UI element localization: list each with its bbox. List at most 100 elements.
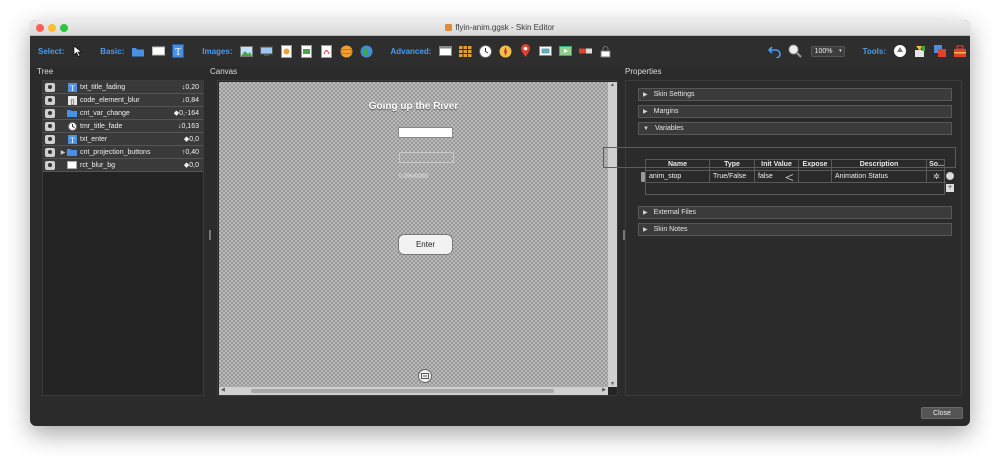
- variables-section[interactable]: ▼ Variables: [638, 122, 952, 135]
- canvas-title: Canvas: [210, 67, 238, 76]
- tool-3-button[interactable]: [933, 44, 947, 58]
- expand-arrow-icon: ▶: [643, 109, 648, 115]
- eye-icon[interactable]: [45, 147, 55, 157]
- svg-tool-button[interactable]: [279, 44, 293, 58]
- window-title-text: flyin-anim.ggsk - Skin Editor: [455, 23, 555, 32]
- variable-description-cell[interactable]: Animation Status: [832, 171, 927, 183]
- title-bar: flyin-anim.ggsk - Skin Editor: [30, 20, 970, 36]
- image-tool-button[interactable]: [239, 44, 253, 58]
- close-window-button[interactable]: [36, 24, 44, 32]
- eye-icon[interactable]: [45, 108, 55, 118]
- collapse-arrow-icon: ▼: [643, 125, 649, 132]
- hotspot-button[interactable]: [498, 44, 512, 58]
- left-splitter-handle[interactable]: [209, 230, 211, 240]
- tree-item[interactable]: ▶ cnt_projection_buttons ↑0,40: [43, 146, 203, 159]
- remove-variable-button[interactable]: [946, 172, 954, 180]
- expand-arrow-icon: ▶: [643, 92, 648, 98]
- title-box-element[interactable]: [398, 127, 453, 138]
- map-tool-button[interactable]: [359, 44, 373, 58]
- skin-settings-section[interactable]: ▶ Skin Settings: [638, 88, 952, 101]
- canvas-area[interactable]: Going up the River 0.0%/0000 Enter: [219, 82, 608, 387]
- tree-panel: T txt_title_fading ↓0,20 {} code_element…: [42, 80, 204, 396]
- tree-item[interactable]: cnt_var_change ◆0,-164: [43, 107, 203, 120]
- eye-icon[interactable]: [45, 121, 55, 131]
- variable-name-cell[interactable]: anim_stop: [646, 171, 710, 183]
- map-pin-icon: [520, 44, 530, 57]
- window-title: flyin-anim.ggsk - Skin Editor: [445, 23, 555, 32]
- table-row[interactable]: anim_stop True/False false Animation Sta…: [646, 170, 946, 183]
- eye-icon[interactable]: [45, 134, 55, 144]
- lock-button[interactable]: [598, 44, 612, 58]
- zoom-window-button[interactable]: [60, 24, 68, 32]
- sphere-icon: [340, 45, 353, 57]
- html-element-button[interactable]: [438, 44, 452, 58]
- eye-icon[interactable]: [45, 95, 55, 105]
- sort-cell[interactable]: ✲: [927, 171, 946, 183]
- pointer-tool-button[interactable]: [71, 44, 85, 58]
- pin-button[interactable]: [518, 44, 532, 58]
- horizontal-scroll-thumb[interactable]: [251, 389, 554, 393]
- tree-item[interactable]: tmr_title_fade ↓0,163: [43, 120, 203, 133]
- rectangle-tool-button[interactable]: [151, 44, 165, 58]
- timer-button[interactable]: [478, 44, 492, 58]
- folder-icon: [67, 148, 77, 157]
- tool-2-button[interactable]: [913, 44, 927, 58]
- tree-item[interactable]: {} code_element_blur ↓0,84: [43, 94, 203, 107]
- zoom-value: 100%: [814, 47, 833, 55]
- tree-item[interactable]: T txt_title_fading ↓0,20: [43, 81, 203, 94]
- variable-init-cell[interactable]: false: [755, 171, 799, 183]
- pointer-icon: [73, 45, 83, 57]
- tool-1-button[interactable]: [893, 44, 907, 58]
- expand-arrow-icon[interactable]: ▶: [59, 149, 67, 156]
- gear-icon[interactable]: ✲: [933, 172, 940, 181]
- minimize-window-button[interactable]: [48, 24, 56, 32]
- undo-icon: [767, 46, 781, 58]
- panorama-tool-button[interactable]: [339, 44, 353, 58]
- add-variable-button[interactable]: +: [946, 184, 954, 192]
- zoom-select[interactable]: 100% ▾: [810, 45, 845, 57]
- variable-type-cell[interactable]: True/False: [710, 171, 755, 183]
- skin-notes-section[interactable]: ▶ Skin Notes: [638, 223, 952, 236]
- progress-box-element[interactable]: [399, 152, 454, 163]
- canvas-horizontal-scrollbar[interactable]: ◀ ▶: [219, 387, 608, 395]
- clock-icon: [478, 44, 492, 58]
- lottie-tool-button[interactable]: [299, 44, 313, 58]
- close-button[interactable]: Close: [921, 407, 963, 419]
- scroll-left-arrow-icon[interactable]: ◀: [221, 387, 225, 393]
- canvas-heading[interactable]: Going up the River: [219, 101, 608, 112]
- thumbnail-button[interactable]: [538, 44, 552, 58]
- undo-button[interactable]: [767, 44, 782, 58]
- tree-item[interactable]: rct_blur_bg ◆0,0: [43, 159, 203, 172]
- projection-button-icon[interactable]: [418, 369, 432, 383]
- pdf-tool-button[interactable]: [319, 44, 333, 58]
- row-drag-handle[interactable]: [641, 172, 645, 182]
- external-files-section[interactable]: ▶ External Files: [638, 206, 952, 219]
- container-tool-button[interactable]: [131, 44, 145, 58]
- zoom-button[interactable]: [788, 44, 802, 58]
- tree-item-label: rct_blur_bg: [80, 161, 116, 169]
- tree-item[interactable]: T txt_enter ◆0,0: [43, 133, 203, 146]
- tool-4-button[interactable]: [953, 44, 967, 58]
- video-button[interactable]: [558, 44, 572, 58]
- expand-arrow-icon: ▶: [643, 210, 648, 216]
- eye-icon[interactable]: [45, 82, 55, 92]
- enter-button[interactable]: Enter: [398, 234, 453, 255]
- text-icon: T: [67, 134, 77, 144]
- init-value-text: false: [758, 173, 773, 180]
- folder-icon: [67, 109, 77, 118]
- canvas-vertical-scrollbar[interactable]: ▲ ▼: [608, 82, 617, 387]
- scroll-right-arrow-icon[interactable]: ▶: [602, 387, 606, 393]
- eye-icon[interactable]: [45, 160, 55, 170]
- text-tool-button[interactable]: T: [171, 44, 185, 58]
- variable-expose-cell[interactable]: [799, 171, 832, 183]
- tree-item-label: txt_enter: [80, 135, 108, 143]
- scroll-down-arrow-icon[interactable]: ▼: [608, 381, 617, 387]
- progress-button[interactable]: [578, 44, 592, 58]
- scroll-up-arrow-icon[interactable]: ▲: [608, 82, 617, 88]
- margins-section[interactable]: ▶ Margins: [638, 105, 952, 118]
- cloner-button[interactable]: [458, 44, 472, 58]
- expand-arrow-icon: ▶: [643, 227, 648, 233]
- tree-item-label: code_element_blur: [80, 96, 140, 104]
- hand-icon: [894, 45, 906, 57]
- image-button-tool-button[interactable]: [259, 44, 273, 58]
